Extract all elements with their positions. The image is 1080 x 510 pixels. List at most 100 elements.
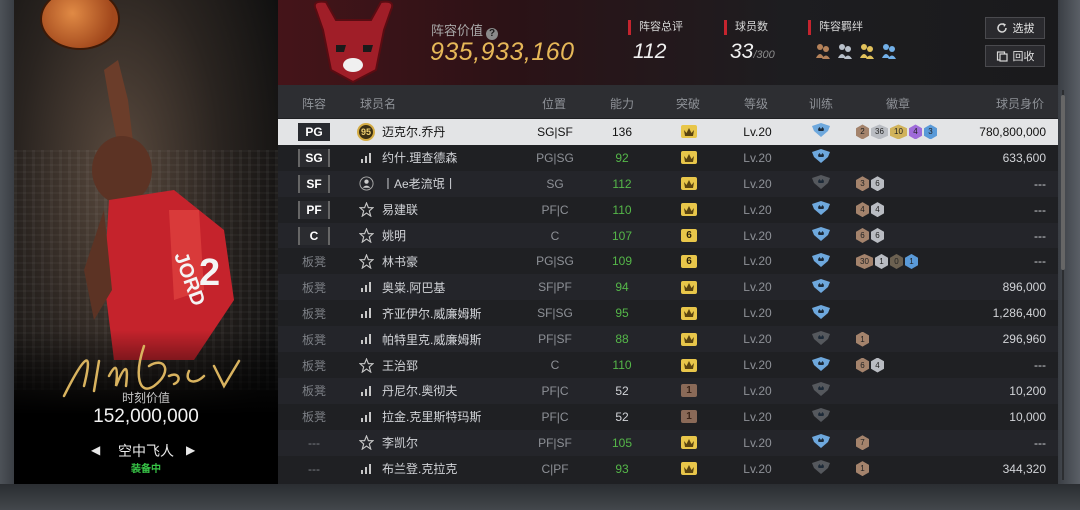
chicago-bulls-logo: [313, 0, 394, 84]
column-ability[interactable]: 能力: [610, 95, 634, 112]
player-ability: 93: [615, 461, 629, 476]
table-row[interactable]: PG 95 迈克尔.乔丹 SG|SF 136 Lv.20 2 36 10 4 3 780,800,00…: [278, 119, 1058, 145]
bronze-badge-icon[interactable]: 7: [856, 435, 869, 451]
lineup-slot: 板凳: [278, 274, 350, 300]
player-type-icon: [356, 430, 376, 456]
bond-icons[interactable]: [814, 42, 898, 60]
badge-list: 30 1 0 1: [856, 249, 918, 275]
column-level[interactable]: 等级: [744, 95, 768, 112]
lineup-rating-title: 阵容总评: [628, 20, 683, 35]
bond-icon-bronze[interactable]: [814, 42, 832, 60]
table-row[interactable]: SG 约什.理查德森 PG|SG 92 Lv.20 633,600: [278, 145, 1058, 171]
lineup-value-title: 阵容价值?: [431, 20, 499, 40]
recycle-icon: [996, 50, 1008, 62]
table-row[interactable]: --- 布兰登.克拉克 C|PF 93 Lv.20 1 344,320: [278, 456, 1058, 482]
player-value: 10,200: [1009, 383, 1046, 398]
training-shield-icon[interactable]: [811, 201, 831, 218]
table-row[interactable]: C 姚明 C 107 6 Lv.20 6 6 ---: [278, 222, 1058, 249]
bronze-badge-icon[interactable]: 6: [856, 228, 869, 244]
blue-badge-icon[interactable]: 1: [905, 253, 918, 269]
scrollbar-thumb[interactable]: [1061, 95, 1065, 270]
player-value: 1,286,400: [992, 306, 1046, 321]
column-breakthrough[interactable]: 突破: [676, 95, 700, 112]
training-shield-icon[interactable]: [811, 434, 831, 451]
training-shield-icon[interactable]: [811, 330, 831, 348]
gold-badge-icon[interactable]: 10: [890, 124, 907, 140]
training-shield-icon[interactable]: [811, 123, 831, 140]
training-shield-icon[interactable]: [811, 175, 831, 192]
star-icon: [358, 253, 374, 269]
column-position[interactable]: 位置: [542, 95, 566, 112]
player-level: Lv.20: [743, 383, 772, 398]
silver-badge-icon[interactable]: 6: [871, 228, 884, 244]
lineup-slot: 板凳: [278, 249, 350, 275]
bench-label: 板凳: [301, 332, 326, 347]
column-badges[interactable]: 徽章: [886, 95, 910, 112]
crown-icon: [681, 306, 697, 320]
training-cell: [808, 456, 834, 482]
bronze-badge-icon[interactable]: 4: [856, 202, 869, 218]
bronze-badge-icon[interactable]: 6: [856, 357, 869, 373]
player-level: Lv.20: [743, 150, 772, 165]
player-ability: 95: [615, 306, 629, 321]
training-shield-icon[interactable]: [811, 356, 831, 374]
purple-badge-icon[interactable]: 4: [909, 124, 922, 140]
training-shield-icon[interactable]: [811, 460, 831, 477]
breakthrough-cell: [678, 171, 700, 197]
player-name: 奥粜.阿巴基: [382, 280, 446, 295]
blue-badge-icon[interactable]: 3: [924, 124, 937, 140]
table-row[interactable]: PF 易建联 PF|C 110 Lv.20 4 4 ---: [278, 197, 1058, 223]
silver-badge-icon[interactable]: 6: [871, 176, 884, 192]
bond-icon-blue[interactable]: [880, 42, 898, 60]
training-shield-icon[interactable]: [811, 382, 831, 399]
player-value: ---: [1034, 176, 1046, 191]
column-player-value[interactable]: 球员身价: [996, 95, 1044, 112]
dark-badge-icon[interactable]: 0: [890, 253, 903, 269]
crown-icon: [681, 177, 697, 191]
training-shield-icon[interactable]: [811, 149, 831, 166]
table-row[interactable]: 板凳 拉金.克里斯特玛斯 PF|C 52 1 Lv.20 10,000: [278, 404, 1058, 430]
badge-list: 1: [856, 326, 869, 352]
column-player-name[interactable]: 球员名: [360, 95, 396, 112]
bronze-badge-icon[interactable]: 1: [856, 461, 869, 477]
player-value: ---: [1034, 228, 1046, 243]
table-row[interactable]: 板凳 奥粜.阿巴基 SF|PF 94 Lv.20 896,000: [278, 274, 1058, 301]
table-row[interactable]: SF 丨Ae老流氓丨 SG 112 Lv.20 3 6 ---: [278, 170, 1058, 197]
training-shield-icon[interactable]: [811, 252, 831, 270]
training-cell: [808, 300, 834, 326]
bronze-badge-icon[interactable]: 2: [856, 124, 869, 140]
training-cell: [808, 378, 834, 404]
bronze-badge-icon[interactable]: 1: [856, 331, 869, 347]
silver-badge-icon[interactable]: 1: [875, 253, 888, 269]
select-button[interactable]: 选拔: [985, 17, 1045, 39]
column-lineup[interactable]: 阵容: [302, 95, 326, 112]
silver-badge-icon[interactable]: 4: [871, 202, 884, 218]
position-badge: C: [298, 226, 330, 245]
training-shield-icon[interactable]: [811, 304, 831, 322]
bronze-badge-icon[interactable]: 30: [856, 253, 873, 269]
breakthrough-cell: [678, 300, 700, 326]
column-training[interactable]: 训练: [809, 95, 833, 112]
moment-value-amount: 152,000,000: [93, 406, 199, 427]
silver-badge-icon[interactable]: 4: [871, 357, 884, 373]
next-skin-arrow-icon[interactable]: ▶: [186, 443, 198, 457]
table-row[interactable]: 板凳 丹尼尔.奥彻夫 PF|C 52 1 Lv.20 10,200: [278, 378, 1058, 404]
player-value: 633,600: [1002, 150, 1046, 165]
table-row[interactable]: 板凳 林书豪 PG|SG 109 6 Lv.20 30 1 0 1 ---: [278, 249, 1058, 275]
bronze-badge-icon[interactable]: 3: [856, 176, 869, 192]
recycle-button[interactable]: 回收: [985, 45, 1045, 67]
table-row[interactable]: --- 李凯尔 PF|SF 105 Lv.20 7 ---: [278, 429, 1058, 456]
bond-icon-silver[interactable]: [836, 42, 854, 60]
training-shield-icon[interactable]: [811, 408, 831, 425]
background-bottom: [0, 484, 1080, 510]
training-cell: [808, 326, 834, 352]
training-shield-icon[interactable]: [811, 278, 831, 296]
bond-icon-gold[interactable]: [858, 42, 876, 60]
table-row[interactable]: 板凳 王治郅 C 110 Lv.20 6 4 ---: [278, 352, 1058, 378]
table-row[interactable]: 板凳 帕特里克.威廉姆斯 PF|SF 88 Lv.20 1 296,960: [278, 326, 1058, 353]
table-row[interactable]: 板凳 齐亚伊尔.威廉姆斯 SF|SG 95 Lv.20 1,286,400: [278, 300, 1058, 326]
silver-badge-icon[interactable]: 36: [871, 124, 888, 140]
training-shield-icon[interactable]: [811, 227, 831, 244]
moment-value-label: 时刻价值: [121, 391, 170, 405]
player-name: 拉金.克里斯特玛斯: [382, 410, 482, 425]
